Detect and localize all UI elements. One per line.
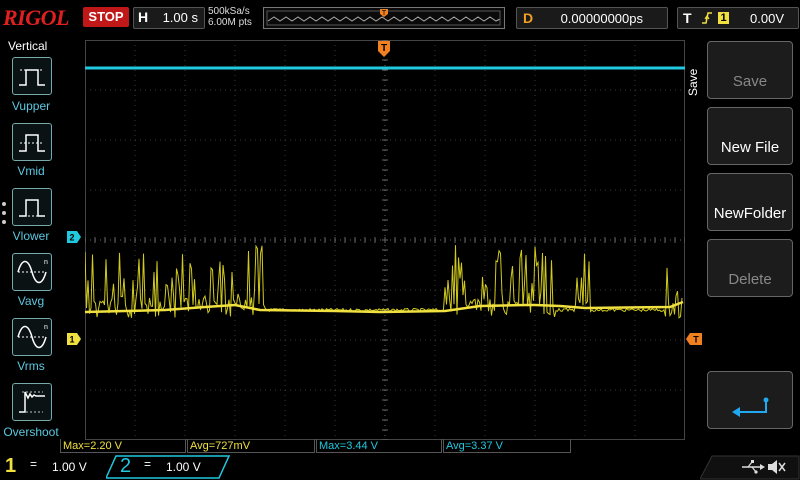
left-panel-title: Vertical [8, 39, 48, 53]
measurement-ch1-max[interactable]: Max=2.20 V [60, 439, 186, 453]
trigger-level-value: 0.00V [750, 11, 784, 26]
overview-trigger-marker: T [382, 10, 387, 17]
ch1-offset-marker[interactable]: 1 [67, 333, 81, 345]
waveform-overview: T [263, 7, 505, 29]
vmid-label: Vmid [17, 164, 45, 178]
svg-text:n: n [44, 324, 48, 331]
delete-button-label: Delete [728, 271, 772, 288]
trigger-level-marker[interactable]: T [686, 333, 702, 345]
run-stop-status[interactable]: STOP [83, 7, 129, 27]
vupper-icon [19, 69, 45, 86]
measurement-ch2-max[interactable]: Max=3.44 V [316, 439, 442, 453]
waveform-grid[interactable] [85, 40, 685, 440]
ch2-scale: 1.00 V [166, 460, 201, 474]
save-button-label: Save [732, 73, 768, 90]
page-dots-indicator[interactable] [2, 202, 6, 229]
ch2-offset-marker[interactable]: 2 [67, 231, 81, 243]
svg-text:1: 1 [69, 335, 74, 345]
delay-value: 0.00000000ps [560, 11, 643, 26]
delete-button[interactable]: Delete [707, 239, 793, 297]
rigol-logo: RIGOL [3, 5, 69, 30]
timebase-key: H [138, 9, 149, 25]
sample-rate: 500kSa/s [208, 6, 250, 17]
acquisition-info: 500kSa/s 6.00M pts [208, 6, 252, 28]
timebase-box[interactable]: H 1.00 s [133, 7, 205, 29]
ch2-scale-box[interactable]: 2 = 1.00 V [106, 455, 226, 477]
new-folder-button-label: NewFolder [713, 205, 787, 222]
memory-depth: 6.00M pts [208, 17, 252, 28]
return-arrow-icon [732, 397, 769, 417]
trigger-box[interactable]: T 1 0.00V [677, 7, 799, 29]
vlower-label: Vlower [12, 229, 50, 243]
return-button[interactable] [707, 371, 793, 429]
svg-text:T: T [693, 335, 699, 345]
edge-trigger-icon [702, 12, 712, 24]
ch1-scale-box[interactable]: = 1.00 V [24, 456, 102, 476]
vmid-icon [19, 134, 45, 152]
ch1-number[interactable]: 1 [5, 455, 16, 478]
new-folder-button[interactable]: NewFolder [707, 173, 793, 231]
measurement-ch1-avg[interactable]: Avg=727mV [187, 439, 315, 453]
vrms-button[interactable]: n [12, 318, 52, 356]
ch1-coupling-icon: = [30, 457, 38, 471]
vlower-button[interactable] [12, 188, 52, 226]
vlower-icon [19, 199, 45, 217]
timebase-value: 1.00 s [162, 10, 198, 25]
overshoot-label: Overshoot [3, 425, 59, 439]
vmid-button[interactable] [12, 123, 52, 161]
svg-text:2: 2 [69, 233, 74, 243]
vupper-button[interactable] [12, 57, 52, 95]
svg-text:n: n [44, 259, 48, 266]
measurement-ch2-avg[interactable]: Avg=3.37 V [443, 439, 571, 453]
vrms-icon: n [17, 324, 48, 349]
vrms-label: Vrms [17, 359, 45, 373]
save-button[interactable]: Save [707, 41, 793, 99]
overshoot-button[interactable] [12, 383, 52, 421]
ch2-coupling-icon: = [144, 457, 152, 471]
status-area [700, 455, 800, 480]
vupper-label: Vupper [11, 99, 51, 113]
ch2-number: 2 [120, 455, 132, 477]
svg-text:T: T [381, 43, 387, 54]
trigger-source-badge: 1 [718, 12, 729, 24]
vavg-button[interactable]: n [12, 253, 52, 291]
vavg-label: Vavg [17, 294, 45, 308]
trigger-position-marker[interactable]: T [377, 40, 391, 58]
vavg-icon: n [17, 259, 48, 284]
delay-key: D [523, 10, 534, 26]
menu-title: Save [686, 68, 700, 96]
ch1-scale: 1.00 V [52, 460, 87, 474]
new-file-button-label: New File [720, 139, 780, 156]
overview-wave: T [266, 9, 501, 26]
new-file-button[interactable]: New File [707, 107, 793, 165]
overshoot-icon [19, 391, 45, 413]
delay-box[interactable]: D 0.00000000ps [516, 7, 668, 29]
trigger-key: T [683, 10, 692, 26]
